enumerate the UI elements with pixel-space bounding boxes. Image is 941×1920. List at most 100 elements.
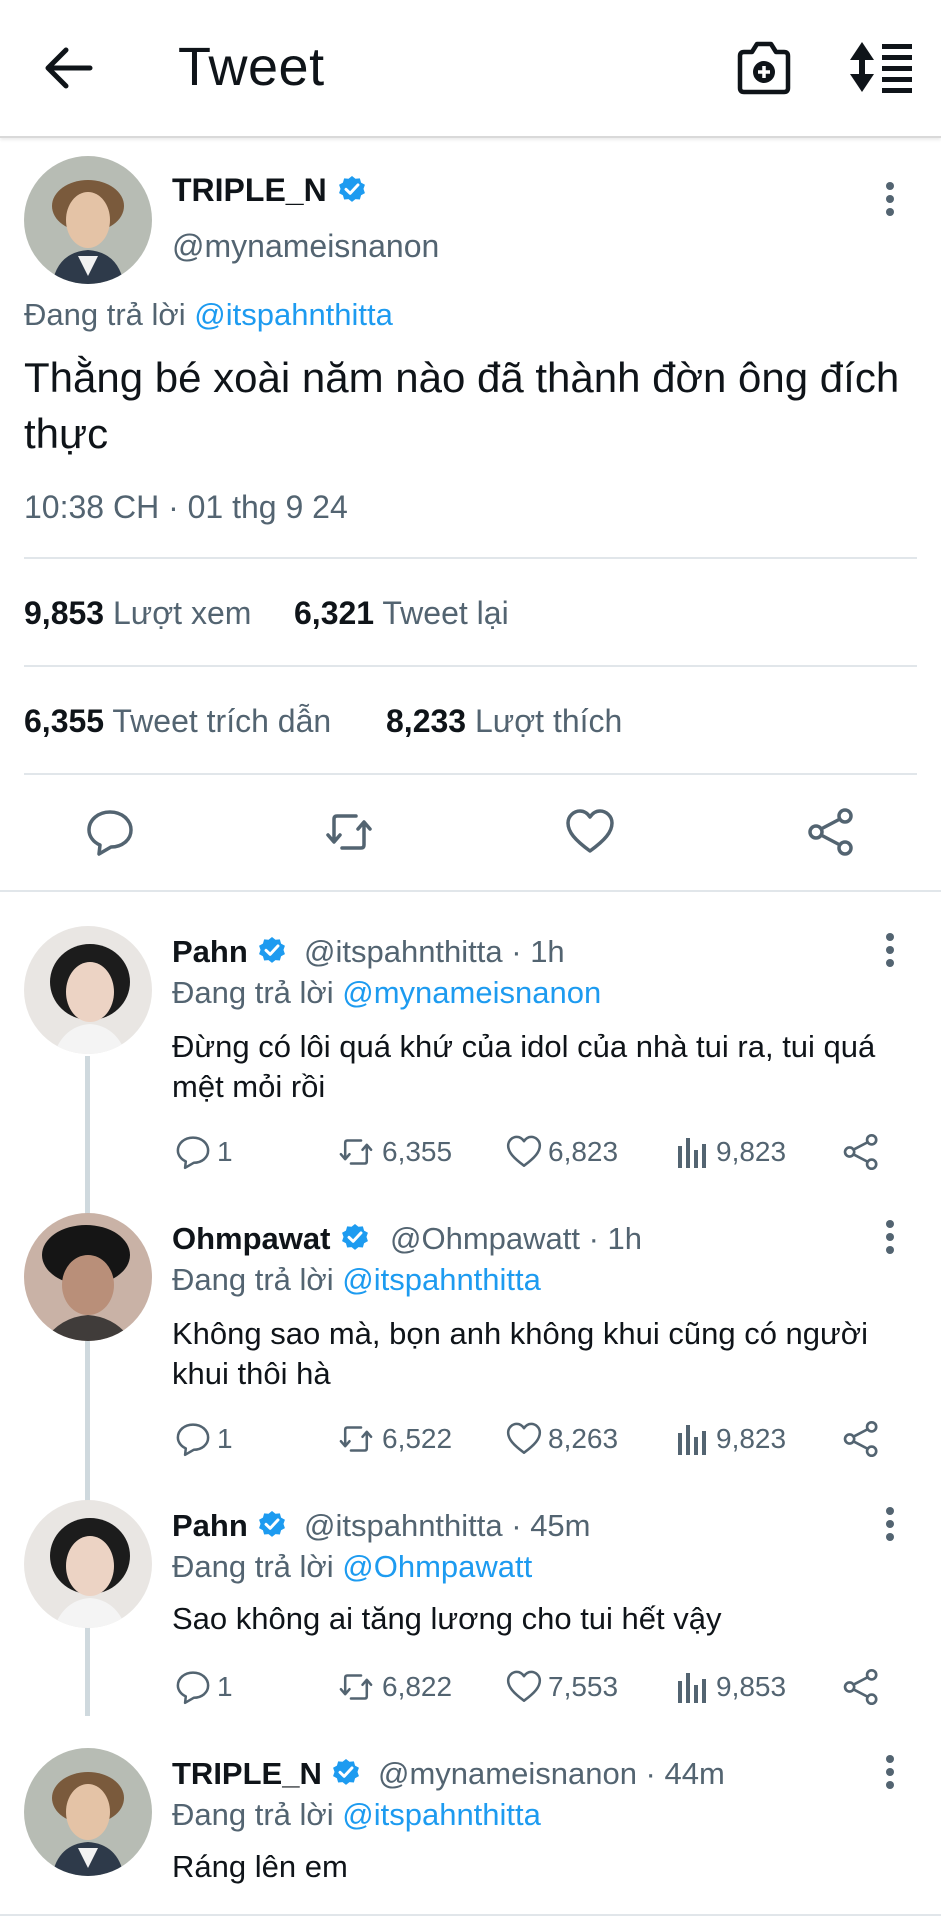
- views-stat[interactable]: 9,853 Lượt xem: [24, 595, 251, 632]
- like-heart-icon: [506, 1670, 542, 1702]
- avatar[interactable]: [24, 926, 152, 1054]
- reply-count-text: 1: [217, 1423, 233, 1454]
- verified-badge-icon: [259, 937, 286, 963]
- camera-add-icon[interactable]: [736, 38, 792, 98]
- reply-icon: [176, 1671, 210, 1705]
- display-name-text: TRIPLE_N: [172, 1756, 322, 1791]
- reply-count[interactable]: 1: [175, 1667, 233, 1707]
- like-heart-icon: [506, 1135, 542, 1167]
- share-icon[interactable]: [842, 1133, 880, 1171]
- replying-to-prefix: Đang trả lời: [172, 1549, 334, 1584]
- share-icon[interactable]: [842, 1668, 880, 1706]
- retweet-icon: [339, 1426, 373, 1452]
- view-count-text: 9,823: [716, 1136, 787, 1167]
- handle-and-time[interactable]: @itspahnthitta · 45m: [304, 1508, 591, 1544]
- retweet-count-text: 6,355: [382, 1136, 453, 1167]
- avatar[interactable]: [24, 1748, 152, 1876]
- likes-stat[interactable]: 8,233 Lượt thích: [386, 703, 622, 740]
- reply-text: Sao không ai tăng lương cho tui hết vậy: [172, 1601, 722, 1636]
- tweet-text: Thằng bé xoài năm nào đã thành đờn ông đ…: [24, 354, 900, 457]
- reply-count[interactable]: 1: [175, 1419, 233, 1459]
- page-title: Tweet: [178, 37, 325, 97]
- display-name[interactable]: Ohmpawat: [172, 1221, 371, 1257]
- verified-badge-icon: [338, 176, 365, 202]
- more-options-icon[interactable]: [884, 181, 896, 217]
- avatar[interactable]: [24, 1213, 152, 1341]
- reply-count[interactable]: 1: [175, 1132, 233, 1172]
- sort-replies-icon[interactable]: [848, 40, 914, 94]
- analytics-icon: [678, 1425, 706, 1455]
- top-app-bar: Tweet: [0, 0, 941, 138]
- analytics-icon: [678, 1138, 706, 1168]
- replying-to: Đang trả lời @itspahnthitta: [24, 297, 393, 333]
- retweets-stat[interactable]: 6,321 Tweet lại: [294, 595, 509, 632]
- share-icon[interactable]: [806, 807, 856, 857]
- view-count[interactable]: 9,823: [676, 1419, 786, 1459]
- replying-to-prefix: Đang trả lời: [172, 975, 334, 1010]
- replying-to-prefix: Đang trả lời: [172, 1797, 334, 1832]
- like-count-text: 6,823: [548, 1136, 619, 1167]
- display-name-text: Pahn: [172, 1508, 248, 1543]
- retweet-count[interactable]: 6,522: [336, 1419, 452, 1459]
- retweet-count[interactable]: 6,355: [336, 1132, 452, 1172]
- reply-text: Không sao mà, bọn anh không khui cũng có…: [172, 1316, 869, 1391]
- like-count[interactable]: 8,263: [506, 1419, 618, 1459]
- display-name-text: TRIPLE_N: [172, 172, 327, 208]
- avatar[interactable]: [24, 1500, 152, 1628]
- more-options-icon[interactable]: [884, 1219, 896, 1255]
- analytics-icon: [678, 1673, 706, 1703]
- retweet-count[interactable]: 6,822: [336, 1667, 452, 1707]
- mention-link[interactable]: @itspahnthitta: [342, 1797, 541, 1832]
- display-name[interactable]: Pahn: [172, 934, 288, 970]
- tweet-timestamp[interactable]: 10:38 CH · 01 thg 9 24: [24, 489, 348, 526]
- reply-icon[interactable]: [85, 807, 135, 857]
- retweet-icon[interactable]: [324, 807, 374, 857]
- share-icon[interactable]: [842, 1420, 880, 1458]
- mention-link[interactable]: @itspahnthitta: [194, 297, 393, 332]
- display-name-text: Ohmpawat: [172, 1221, 331, 1256]
- handle-and-time[interactable]: @mynameisnanon · 44m: [378, 1756, 725, 1792]
- more-options-icon[interactable]: [884, 932, 896, 968]
- retweets-label: Tweet lại: [382, 595, 509, 631]
- section-divider: [0, 890, 941, 892]
- views-count: 9,853: [24, 595, 105, 631]
- retweets-count: 6,321: [294, 595, 375, 631]
- reply-icon: [176, 1136, 210, 1170]
- replying-to: Đang trả lời @itspahnthitta: [172, 1797, 541, 1833]
- like-count[interactable]: 7,553: [506, 1667, 618, 1707]
- more-options-icon[interactable]: [884, 1754, 896, 1790]
- reply-text: Đừng có lôi quá khứ của idol của nhà tui…: [172, 1029, 876, 1104]
- mention-link[interactable]: @Ohmpawatt: [342, 1549, 532, 1584]
- likes-label: Lượt thích: [474, 703, 623, 739]
- more-options-icon[interactable]: [884, 1506, 896, 1542]
- avatar[interactable]: [24, 156, 152, 284]
- quotes-stat[interactable]: 6,355 Tweet trích dẫn: [24, 703, 331, 740]
- like-heart-icon: [506, 1422, 542, 1454]
- quotes-label: Tweet trích dẫn: [112, 703, 332, 739]
- mention-link[interactable]: @itspahnthitta: [342, 1262, 541, 1297]
- handle-and-time[interactable]: @itspahnthitta · 1h: [304, 934, 565, 970]
- replying-to-prefix: Đang trả lời: [172, 1262, 334, 1297]
- verified-badge-icon: [333, 1759, 360, 1785]
- view-count[interactable]: 9,823: [676, 1132, 786, 1172]
- replying-to: Đang trả lời @mynameisnanon: [172, 975, 601, 1011]
- view-count[interactable]: 9,853: [676, 1667, 786, 1707]
- like-heart-icon[interactable]: [565, 807, 615, 857]
- handle-and-time[interactable]: @Ohmpawatt · 1h: [390, 1221, 642, 1257]
- retweet-icon: [339, 1674, 373, 1700]
- display-name[interactable]: Pahn: [172, 1508, 288, 1544]
- reply-count-text: 1: [217, 1136, 233, 1167]
- view-count-text: 9,853: [716, 1671, 787, 1702]
- like-count-text: 8,263: [548, 1423, 619, 1454]
- reply-icon: [176, 1423, 210, 1457]
- user-handle[interactable]: @mynameisnanon: [172, 228, 439, 265]
- like-count-text: 7,553: [548, 1671, 619, 1702]
- replying-to: Đang trả lời @itspahnthitta: [172, 1262, 541, 1298]
- display-name[interactable]: TRIPLE_N: [172, 172, 368, 209]
- display-name[interactable]: TRIPLE_N: [172, 1756, 362, 1792]
- divider: [24, 773, 917, 775]
- replying-to-prefix: Đang trả lời: [24, 297, 186, 332]
- mention-link[interactable]: @mynameisnanon: [342, 975, 601, 1010]
- like-count[interactable]: 6,823: [506, 1132, 618, 1172]
- back-arrow-icon[interactable]: [40, 40, 96, 96]
